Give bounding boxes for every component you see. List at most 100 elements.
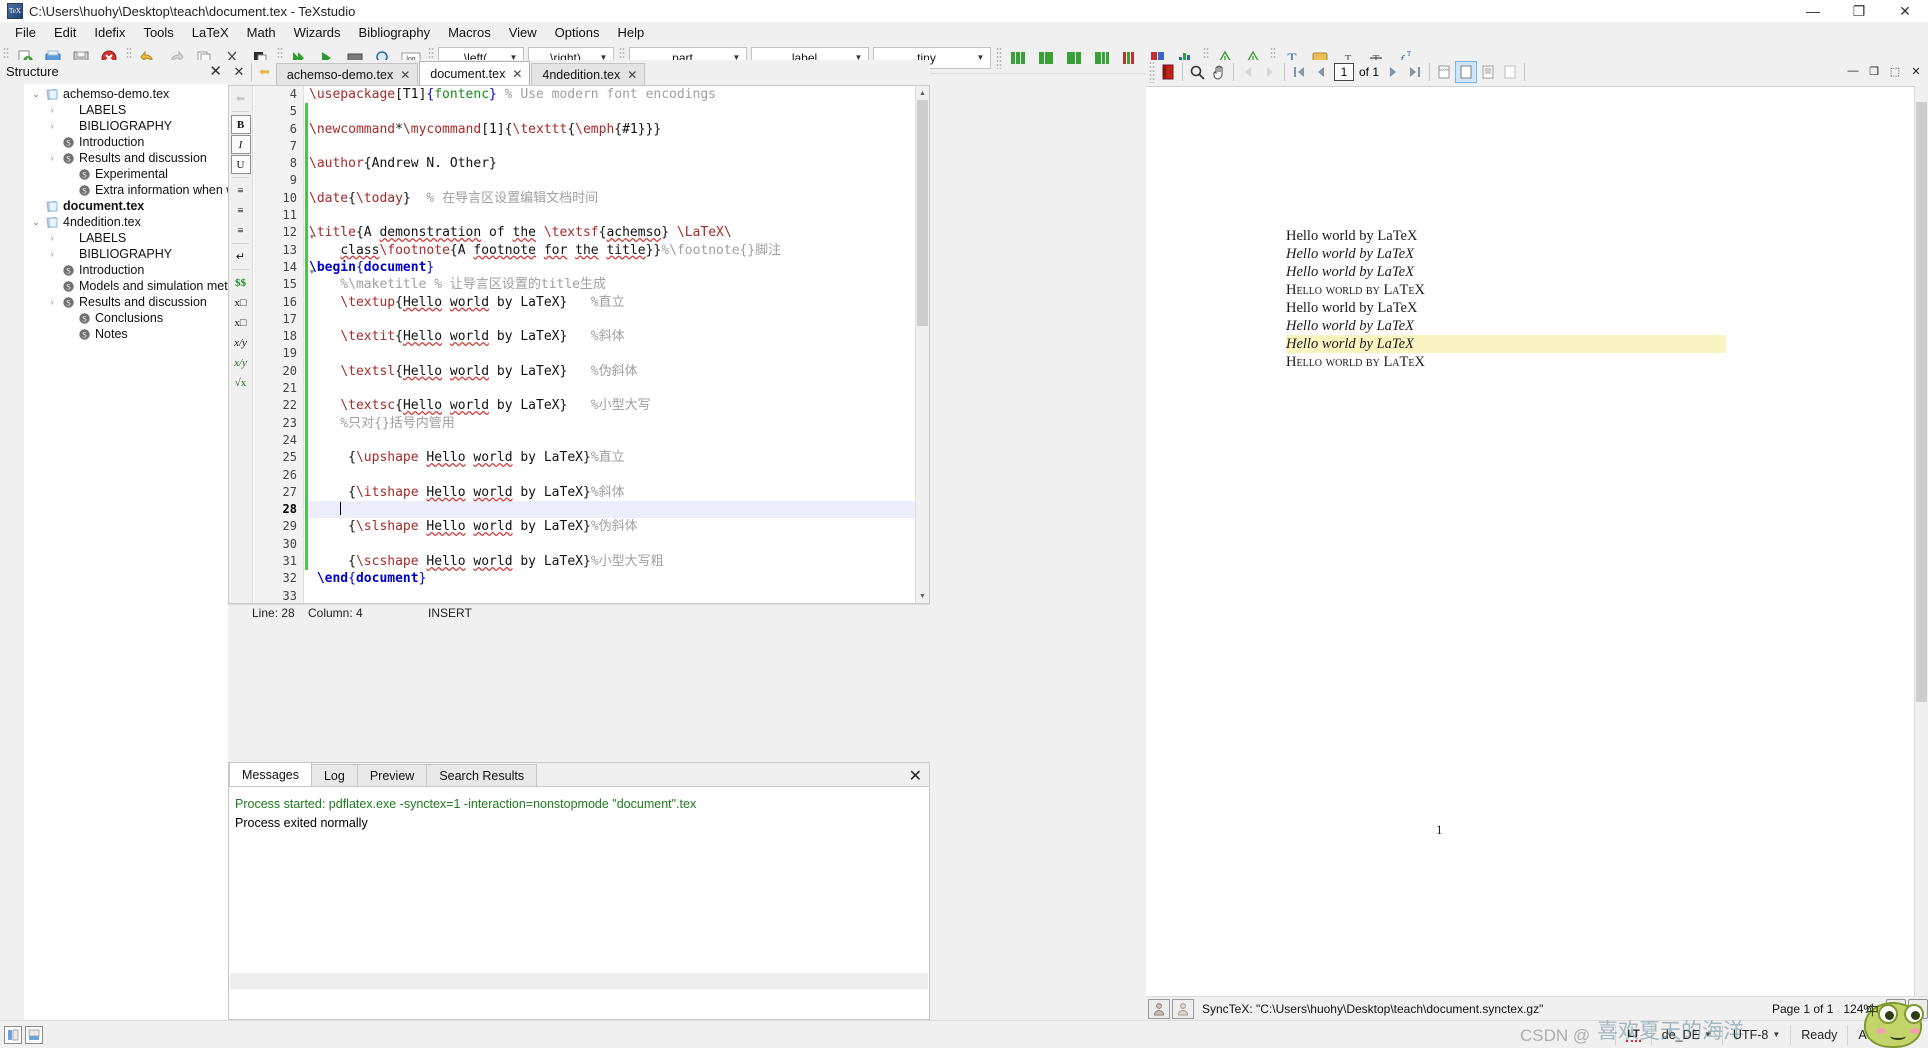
structure-item[interactable]: › BIBLIOGRAPHY xyxy=(24,246,228,262)
structure-close-icon[interactable]: ✕ xyxy=(209,62,222,80)
code-line[interactable] xyxy=(309,467,915,484)
messages-close-icon[interactable]: ✕ xyxy=(909,766,922,786)
structure-item[interactable]: › S Results and discussion xyxy=(24,150,228,166)
pdf-scrollbar-thumb[interactable] xyxy=(1916,102,1927,702)
menu-view[interactable]: View xyxy=(500,23,546,42)
chevron-right-icon[interactable]: › xyxy=(44,233,60,243)
pdf-minimize-button[interactable]: — xyxy=(1843,61,1863,81)
code-text[interactable]: \usepackage[T1] {fontenc} % Use modern fo… xyxy=(309,86,915,603)
chevron-down-icon[interactable]: ⌄ xyxy=(28,217,44,228)
minimize-button[interactable]: — xyxy=(1790,0,1836,22)
close-icon[interactable]: ✕ xyxy=(627,68,637,82)
inline-math-button[interactable]: $$ xyxy=(231,273,251,292)
code-line[interactable] xyxy=(309,432,915,449)
sqrt-button[interactable]: √x xyxy=(231,373,251,392)
menu-macros[interactable]: Macros xyxy=(439,23,500,42)
tab-achemso-demo[interactable]: achemso-demo.tex ✕ xyxy=(275,63,419,85)
code-line[interactable]: {\itshape Hello world by LaTeX}%斜体 xyxy=(309,484,915,501)
chevron-down-icon[interactable]: ▼ xyxy=(973,49,988,67)
code-line[interactable]: \usepackage[T1]{fontenc} % Use modern fo… xyxy=(309,86,915,103)
hand-tool-button[interactable] xyxy=(1208,61,1230,83)
align-left-button[interactable]: ≡ xyxy=(231,181,251,200)
next-page-button[interactable] xyxy=(1382,61,1404,83)
menu-tools[interactable]: Tools xyxy=(134,23,182,42)
code-line[interactable] xyxy=(309,138,915,155)
code-line[interactable]: \textsl{Hello world by LaTeX} %伪斜体 xyxy=(309,363,915,380)
editor-scrollbar[interactable]: ▲ ▼ xyxy=(915,86,929,603)
chevron-right-icon[interactable]: › xyxy=(44,153,60,163)
structure-item[interactable]: › LABELS xyxy=(24,230,228,246)
code-line[interactable] xyxy=(309,380,915,397)
tab-messages[interactable]: Messages xyxy=(229,762,312,786)
tab-4ndedition[interactable]: 4ndedition.tex ✕ xyxy=(531,63,646,85)
structure-tree[interactable]: ⌄ achemso-demo.tex › LABELS › BIBLIOGRAPHY … xyxy=(24,84,228,1020)
align-center-button[interactable]: ≡ xyxy=(231,201,251,220)
fit-width-button[interactable]: 100% xyxy=(1433,61,1455,83)
maximize-button[interactable]: ❐ xyxy=(1836,0,1882,22)
code-line[interactable] xyxy=(309,103,915,120)
align-right-button[interactable] xyxy=(1060,44,1088,72)
menu-latex[interactable]: LaTeX xyxy=(183,23,238,42)
code-line[interactable] xyxy=(309,207,915,224)
scroll-up-icon[interactable]: ▲ xyxy=(916,86,929,100)
pdf-restore-button[interactable]: ❐ xyxy=(1864,61,1884,81)
superscript-button[interactable]: x□ xyxy=(231,313,251,332)
pdf-page-view[interactable]: Hello world by LaTeX Hello world by LaTeX… xyxy=(1146,86,1914,996)
structure-item[interactable]: S Notes xyxy=(24,326,228,342)
code-line[interactable]: %\maketitle % 让导言区设置的title生成 xyxy=(309,276,915,293)
underline-button[interactable]: U xyxy=(230,155,251,174)
back-arrow-icon[interactable]: ⬅ xyxy=(255,64,274,80)
page-number-input[interactable]: 1 xyxy=(1334,63,1354,81)
code-editor[interactable]: ⬅ B I U ≡ ≡ ≡ ↵ $$ x□ x□ x/y x/y √x 4 5 6 7 8 9 10 11 12 ▼ 13 14… xyxy=(228,86,930,604)
structure-item[interactable]: S Conclusions xyxy=(24,310,228,326)
structure-item[interactable]: S Extra information when writin... xyxy=(24,182,228,198)
close-icon[interactable]: ✕ xyxy=(400,68,410,82)
fit-page-button[interactable] xyxy=(1455,61,1478,83)
chevron-right-icon[interactable]: › xyxy=(44,297,60,307)
magnify-tool-button[interactable] xyxy=(1186,61,1208,83)
menu-wizards[interactable]: Wizards xyxy=(285,23,350,42)
code-line[interactable]: \begin{document} xyxy=(309,259,915,276)
code-line[interactable] xyxy=(309,345,915,362)
code-line[interactable]: \title{A demonstration of the \textsf{ac… xyxy=(309,224,915,241)
chevron-right-icon[interactable]: › xyxy=(44,121,60,131)
last-page-button[interactable] xyxy=(1404,61,1426,83)
synctex-backward-button[interactable] xyxy=(1172,998,1194,1019)
code-line[interactable]: %只对{}括号内管用 xyxy=(309,415,915,432)
open-pdf-button[interactable] xyxy=(1157,61,1179,83)
forward-button[interactable] xyxy=(1259,61,1281,83)
close-button[interactable]: ✕ xyxy=(1882,0,1928,22)
fraction-button[interactable]: x/y xyxy=(231,333,251,352)
structure-item[interactable]: S Introduction xyxy=(24,134,228,150)
close-icon[interactable]: ✕ xyxy=(512,67,522,81)
structure-item[interactable]: S Introduction xyxy=(24,262,228,278)
dfrac-button[interactable]: x/y xyxy=(231,353,251,372)
code-line[interactable]: \end{document} xyxy=(309,570,915,587)
chevron-right-icon[interactable]: › xyxy=(44,249,60,259)
align-center-button[interactable] xyxy=(1032,44,1060,72)
toggle-messages-panel-button[interactable] xyxy=(25,1025,43,1044)
code-line[interactable]: \newcommand*\mycommand[1]{\texttt{\emph{… xyxy=(309,121,915,138)
code-line[interactable]: {\scshape Hello world by LaTeX}%小型大写粗 xyxy=(309,553,915,570)
previous-page-button[interactable] xyxy=(1310,61,1332,83)
editor-back-button[interactable]: ⬅ xyxy=(231,89,251,108)
synctex-forward-button[interactable] xyxy=(1148,998,1170,1019)
code-line[interactable] xyxy=(309,588,915,603)
structure-item[interactable]: ⌄ 4ndedition.tex xyxy=(24,214,228,230)
pdf-scrollbar[interactable] xyxy=(1914,86,1928,996)
ime-indicator[interactable]: 中 xyxy=(1856,1000,1926,1048)
code-line[interactable]: \author{Andrew N. Other} xyxy=(309,155,915,172)
continuous-page-button[interactable] xyxy=(1477,61,1499,83)
structure-item[interactable]: S Experimental xyxy=(24,166,228,182)
tab-document[interactable]: document.tex ✕ xyxy=(419,61,531,85)
menu-idefix[interactable]: Idefix xyxy=(85,23,134,42)
close-all-tabs-icon[interactable]: ✕ xyxy=(230,64,248,80)
pdf-toolbar-grip[interactable] xyxy=(1149,61,1155,83)
align-right-button[interactable]: ≡ xyxy=(231,221,251,240)
scrollbar-thumb[interactable] xyxy=(917,100,928,326)
structure-item[interactable]: document.tex xyxy=(24,198,228,214)
first-page-button[interactable] xyxy=(1288,61,1310,83)
menu-file[interactable]: File xyxy=(6,23,45,42)
structure-item[interactable]: ⌄ achemso-demo.tex xyxy=(24,86,228,102)
structure-item[interactable]: › S Results and discussion xyxy=(24,294,228,310)
